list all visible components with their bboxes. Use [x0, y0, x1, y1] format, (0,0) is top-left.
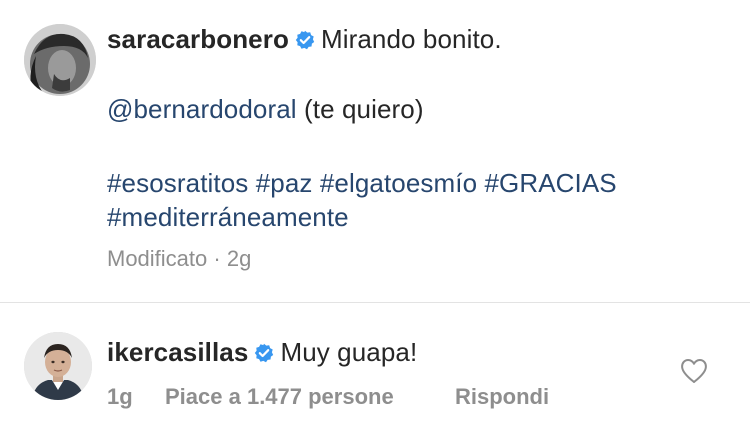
mention-suffix: (te quiero) — [304, 94, 424, 124]
reply-button[interactable]: Rispondi — [455, 384, 549, 410]
meta-separator: · — [213, 246, 221, 271]
post-caption: saracarbonero Mirando bonito. @bernardodo… — [0, 0, 750, 302]
mention-link[interactable]: @bernardodoral — [107, 94, 297, 124]
comment-text: Muy guapa! — [280, 337, 418, 367]
post-username[interactable]: saracarbonero — [107, 24, 289, 54]
hashtag-link[interactable]: #GRACIAS — [484, 168, 616, 198]
comment-time[interactable]: 1g — [107, 384, 133, 410]
verified-badge-icon — [295, 24, 315, 50]
comment-username[interactable]: ikercasillas — [107, 337, 248, 367]
heart-outline-icon[interactable] — [680, 358, 708, 384]
hashtags-line-2: #mediterráneamente — [107, 200, 349, 234]
avatar-image — [24, 24, 96, 96]
post-time[interactable]: 2g — [227, 246, 251, 271]
comment-line: ikercasillas Muy guapa! — [107, 335, 417, 369]
hashtag-link[interactable]: #paz — [256, 168, 313, 198]
caption-text: Mirando bonito. — [320, 24, 502, 54]
edited-label: Modificato — [107, 246, 208, 271]
hashtags-line-1: #esosratitos #paz #elgatoesmío #GRACIAS — [107, 166, 617, 200]
hashtag-link[interactable]: #esosratitos — [107, 168, 248, 198]
verified-badge-icon — [254, 337, 274, 363]
hashtag-link[interactable]: #mediterráneamente — [107, 202, 349, 232]
avatar-ikercasillas[interactable] — [24, 332, 92, 400]
caption-mention-line: @bernardodoral (te quiero) — [107, 92, 424, 126]
caption-first-line: saracarbonero Mirando bonito. — [107, 22, 502, 56]
avatar-saracarbonero[interactable] — [24, 24, 96, 96]
hashtag-link[interactable]: #elgatoesmío — [320, 168, 477, 198]
avatar-image — [24, 332, 92, 400]
divider — [0, 302, 750, 303]
comment-likes[interactable]: Piace a 1.477 persone — [165, 384, 394, 410]
post-meta: Modificato · 2g — [107, 246, 251, 272]
